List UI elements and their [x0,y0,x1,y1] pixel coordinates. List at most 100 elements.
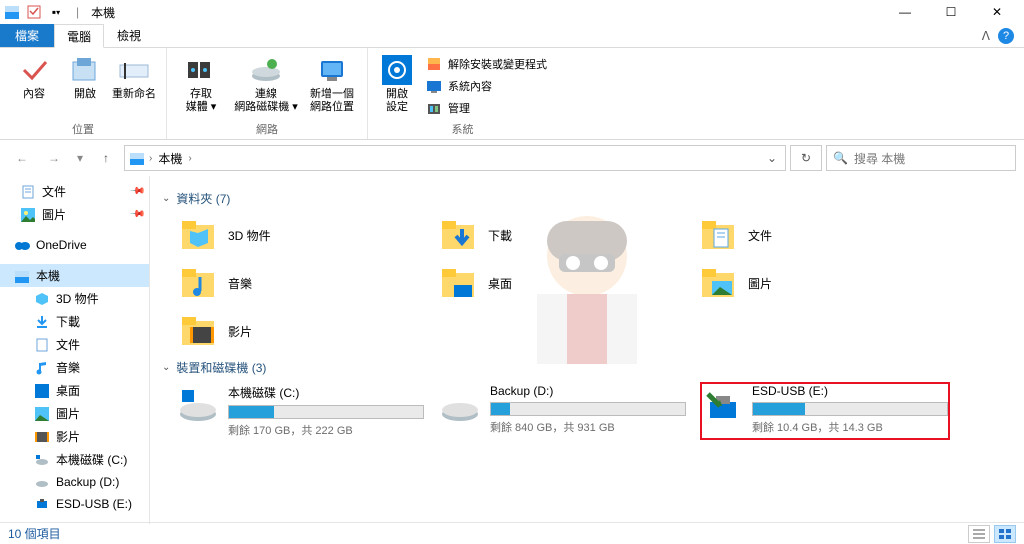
main-area: 文件📌 圖片📌 OneDrive 本機 3D 物件 下載 文件 音樂 桌面 圖片… [0,176,1024,524]
address-dropdown-icon[interactable]: ⌄ [767,151,777,165]
details-view-button[interactable] [968,525,990,543]
drives-grid: 本機磁碟 (C:) 剩餘 170 GB，共 222 GB Backup (D:) 剩… [162,382,1012,440]
nav-edrive[interactable]: ESD-USB (E:) [0,493,149,515]
ribbon-group-network: 存取媒體 ▾ 連線網路磁碟機 ▾ 新增一個網路位置 網路 [167,48,368,139]
pin-icon: 📌 [128,206,145,223]
nav-ddrive[interactable]: Backup (D:) [0,471,149,493]
ribbon-group-location: 內容 開啟 重新命名 位置 [0,48,167,139]
drive-d[interactable]: Backup (D:) 剩餘 840 GB，共 931 GB [438,382,688,440]
navigation-bar: ← → ▾ ↑ › 本機 › ⌄ ↻ 🔍 搜尋 本機 [0,140,1024,176]
drive-usage-bar [228,405,424,419]
navigation-pane[interactable]: 文件📌 圖片📌 OneDrive 本機 3D 物件 下載 文件 音樂 桌面 圖片… [0,176,150,524]
group-label-network: 網路 [173,119,361,139]
chevron-down-icon: ⌄ [162,362,170,373]
pc-icon [129,150,145,166]
app-icon [4,4,20,20]
nav-documents2[interactable]: 文件 [0,333,149,356]
ribbon-group-system: 開啟設定 解除安裝或變更程式 系統內容 管理 系統 [368,48,557,139]
nav-thispc[interactable]: 本機 [0,264,149,287]
minimize-button[interactable]: — [882,0,928,24]
help-icon[interactable]: ? [998,28,1014,44]
map-drive-button[interactable]: 連線網路磁碟機 ▾ [231,50,301,119]
nav-documents[interactable]: 文件📌 [0,180,149,203]
manage-button[interactable]: 管理 [422,98,551,118]
nav-cdrive[interactable]: 本機磁碟 (C:) [0,448,149,471]
nav-desktop[interactable]: 桌面 [0,379,149,402]
group-label-system: 系統 [374,119,551,139]
qat-dropdown-icon[interactable]: ▪▾ [48,4,64,20]
folders-group-header[interactable]: ⌄ 資料夾 (7) [162,184,1012,213]
pin-icon: 📌 [128,183,145,200]
separator: | [76,5,79,19]
search-icon: 🔍 [833,151,848,165]
folder-desktop[interactable]: 桌面 [436,261,656,305]
maximize-button[interactable]: ☐ [928,0,974,24]
nav-onedrive[interactable]: OneDrive [0,234,149,256]
folder-downloads[interactable]: 下載 [436,213,656,257]
window-title: 本機 [91,4,115,21]
add-network-location-button[interactable]: 新增一個網路位置 [303,50,361,119]
drive-name: Backup (D:) [490,384,686,398]
address-bar[interactable]: › 本機 › ⌄ [124,145,786,171]
title-bar: ▪▾ | 本機 — ☐ ✕ [0,0,1024,24]
ribbon: 內容 開啟 重新命名 位置 存取媒體 ▾ 連線網路磁碟機 ▾ [0,48,1024,140]
folders-header-label: 資料夾 (7) [176,190,230,207]
drives-header-label: 裝置和磁碟機 (3) [176,359,266,376]
drive-usage-text: 剩餘 10.4 GB，共 14.3 GB [752,419,948,435]
tab-file[interactable]: 檔案 [0,24,54,47]
search-input[interactable]: 🔍 搜尋 本機 [826,145,1016,171]
drive-usage-text: 剩餘 840 GB，共 931 GB [490,419,686,435]
folder-videos[interactable]: 影片 [176,309,396,353]
folder-pictures[interactable]: 圖片 [696,261,916,305]
system-properties-button[interactable]: 系統內容 [422,76,551,96]
ribbon-collapse-icon[interactable]: ᐱ [982,29,990,43]
up-button[interactable]: ↑ [92,146,120,170]
rename-button[interactable]: 重新命名 [108,50,160,119]
usb-drive-icon [702,384,742,424]
close-button[interactable]: ✕ [974,0,1020,24]
nav-downloads[interactable]: 下載 [0,310,149,333]
breadcrumb-thispc[interactable]: 本機 [156,150,184,167]
back-button[interactable]: ← [8,146,36,170]
window-controls: — ☐ ✕ [882,0,1020,24]
drive-usage-bar [490,402,686,416]
properties-button[interactable]: 內容 [6,50,62,119]
icons-view-button[interactable] [994,525,1016,543]
recent-locations-button[interactable]: ▾ [72,146,88,170]
folder-3dobjects[interactable]: 3D 物件 [176,213,396,257]
drive-e-highlighted[interactable]: ESD-USB (E:) 剩餘 10.4 GB，共 14.3 GB [700,382,950,440]
nav-pictures[interactable]: 圖片📌 [0,203,149,226]
forward-button[interactable]: → [40,146,68,170]
drives-group-header[interactable]: ⌄ 裝置和磁碟機 (3) [162,353,1012,382]
folder-music[interactable]: 音樂 [176,261,396,305]
access-media-button[interactable]: 存取媒體 ▾ [173,50,229,119]
chevron-icon[interactable]: › [188,153,191,164]
chevron-down-icon: ⌄ [162,193,170,204]
drive-icon [440,384,480,424]
quick-access-toolbar: ▪▾ | 本機 [4,4,115,21]
chevron-icon[interactable]: › [149,153,152,164]
search-placeholder: 搜尋 本機 [854,150,905,167]
refresh-button[interactable]: ↻ [790,145,822,171]
drive-name: ESD-USB (E:) [752,384,948,398]
qat-properties-icon[interactable] [26,4,42,20]
nav-videos[interactable]: 影片 [0,425,149,448]
tab-computer[interactable]: 電腦 [54,24,104,48]
uninstall-button[interactable]: 解除安裝或變更程式 [422,54,551,74]
nav-3dobjects[interactable]: 3D 物件 [0,287,149,310]
folder-documents[interactable]: 文件 [696,213,916,257]
status-bar: 10 個項目 [0,522,1024,544]
content-pane[interactable]: ⌄ 資料夾 (7) 3D 物件 下載 文件 音樂 桌面 圖片 影片 ⌄ 裝置和磁… [150,176,1024,524]
drive-usage-bar [752,402,948,416]
nav-pictures2[interactable]: 圖片 [0,402,149,425]
drive-usage-text: 剩餘 170 GB，共 222 GB [228,422,424,438]
open-button[interactable]: 開啟 [64,50,106,119]
group-label-location: 位置 [6,119,160,139]
nav-music[interactable]: 音樂 [0,356,149,379]
folders-grid: 3D 物件 下載 文件 音樂 桌面 圖片 影片 [162,213,1012,353]
open-settings-button[interactable]: 開啟設定 [374,50,420,119]
ribbon-tabs: 檔案 電腦 檢視 ᐱ ? [0,24,1024,48]
drive-c[interactable]: 本機磁碟 (C:) 剩餘 170 GB，共 222 GB [176,382,426,440]
tab-view[interactable]: 檢視 [104,24,154,47]
drive-name: 本機磁碟 (C:) [228,384,424,401]
